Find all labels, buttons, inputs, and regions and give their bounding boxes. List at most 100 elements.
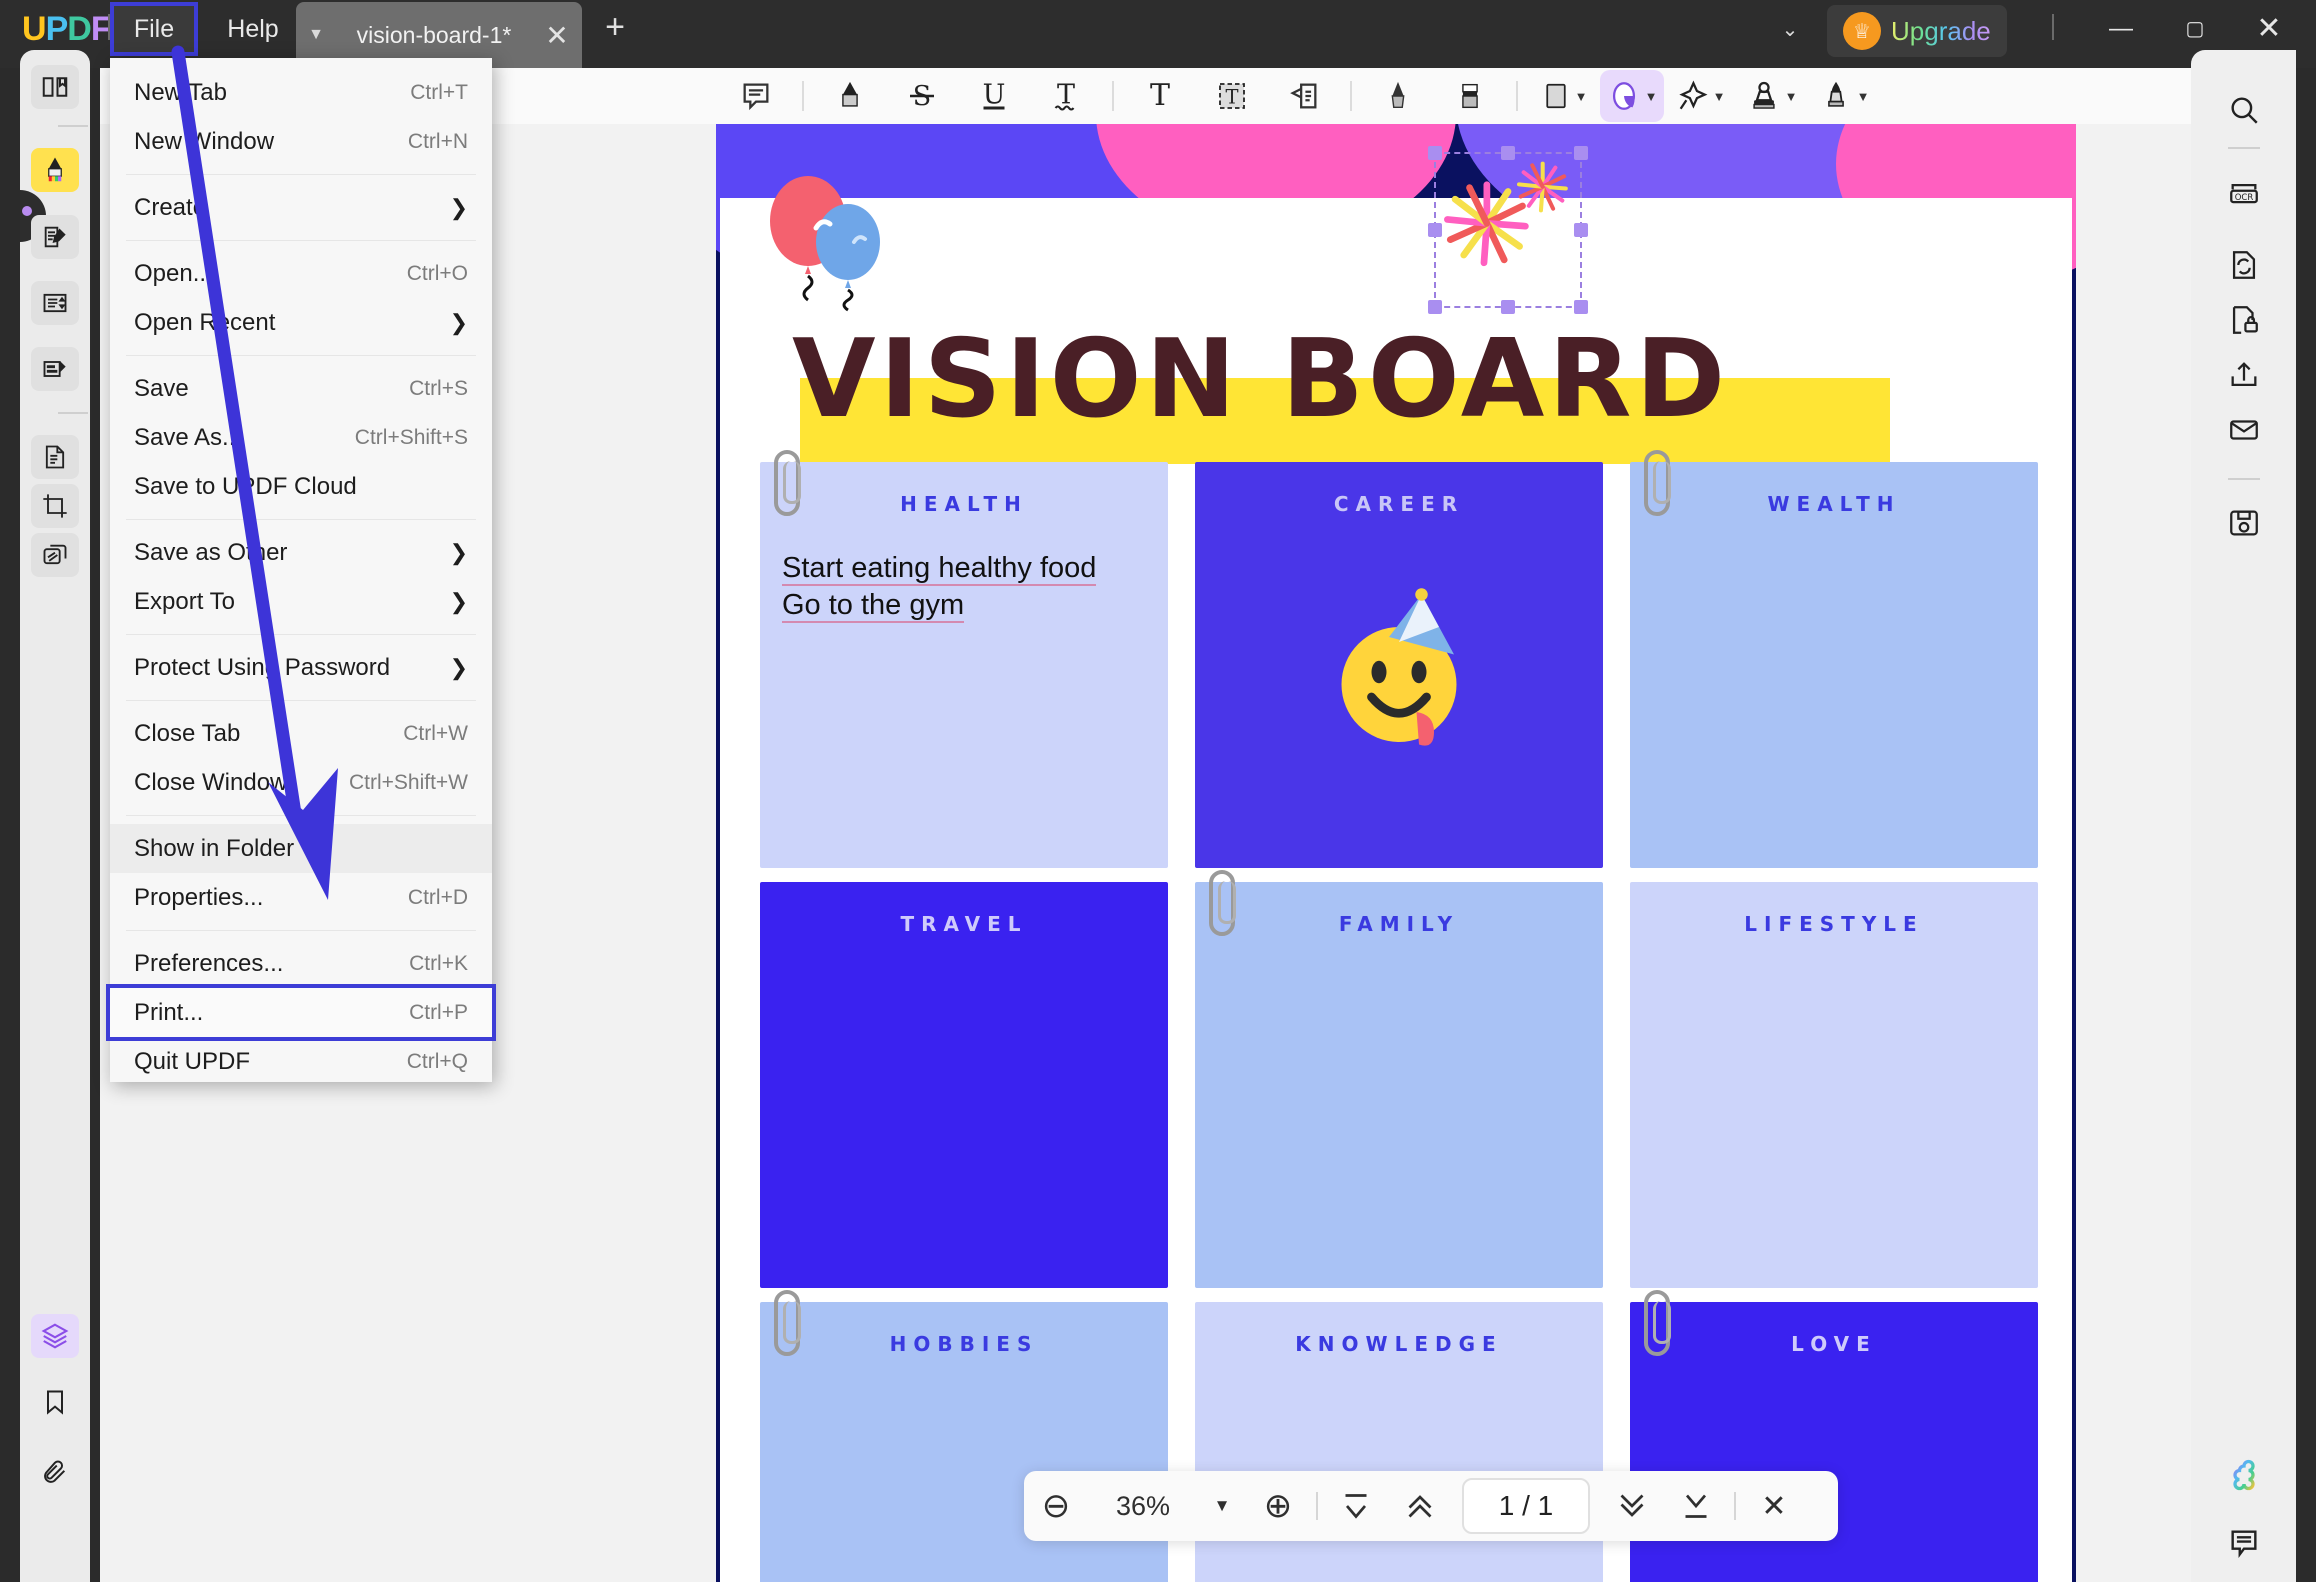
- menu-item-save-as-other[interactable]: Save as Other ❯: [110, 528, 492, 577]
- right-item-ocr[interactable]: OCR: [2219, 170, 2269, 220]
- sidebar-item-edit-pdf[interactable]: [31, 215, 79, 259]
- zoom-dropdown-icon[interactable]: ▼: [1198, 1471, 1246, 1541]
- chevron-down-icon[interactable]: ▼: [296, 26, 336, 44]
- maximize-button[interactable]: ▢: [2167, 6, 2223, 52]
- sidebar-item-layers[interactable]: [31, 1314, 79, 1358]
- tool-shape[interactable]: ▼: [1528, 70, 1600, 122]
- vision-card-goals[interactable]: Start eating healthy food Go to the gym: [782, 550, 1141, 624]
- minimize-button[interactable]: —: [2093, 6, 2149, 52]
- sticker-icon: [1612, 82, 1635, 110]
- resize-handle-n[interactable]: [1501, 146, 1515, 160]
- menu-help[interactable]: Help: [213, 6, 293, 52]
- menu-item-save[interactable]: Save Ctrl+S: [110, 364, 492, 413]
- menu-item-show-in-folder[interactable]: Show in Folder: [110, 824, 492, 873]
- right-item-protect[interactable]: [2219, 295, 2269, 345]
- sidebar-item-crop[interactable]: [31, 484, 79, 528]
- resize-handle-sw[interactable]: [1428, 300, 1442, 314]
- menu-item-save-to-updf-cloud[interactable]: Save to UPDF Cloud: [110, 462, 492, 511]
- first-page-button[interactable]: [1324, 1471, 1388, 1541]
- menu-item-new-window[interactable]: New Window Ctrl+N: [110, 117, 492, 166]
- tool-sticker[interactable]: ▼: [1600, 70, 1664, 122]
- tabs-overflow-icon[interactable]: ⌄: [1770, 10, 1810, 50]
- tool-text[interactable]: T: [1124, 70, 1196, 122]
- toolbar-divider-2: [1112, 81, 1114, 111]
- menu-item-save-as[interactable]: Save As... Ctrl+Shift+S: [110, 413, 492, 462]
- tool-text-box[interactable]: T: [1196, 70, 1268, 122]
- next-page-button[interactable]: [1600, 1471, 1664, 1541]
- menu-item-export-to[interactable]: Export To ❯: [110, 577, 492, 626]
- right-item-ai-assistant[interactable]: [2219, 1450, 2269, 1500]
- vision-card-travel[interactable]: TRAVEL: [760, 882, 1168, 1288]
- tool-pencil[interactable]: [1362, 70, 1434, 122]
- menu-item-new-tab[interactable]: New Tab Ctrl+T: [110, 68, 492, 117]
- resize-handle-se[interactable]: [1574, 300, 1588, 314]
- resize-handle-w[interactable]: [1428, 223, 1442, 237]
- chevron-down-icon[interactable]: ▼: [1785, 89, 1798, 104]
- tool-note-comment[interactable]: [720, 70, 792, 122]
- tool-callout[interactable]: [1268, 70, 1340, 122]
- tool-eraser[interactable]: [1434, 70, 1506, 122]
- sidebar-item-attachment[interactable]: [31, 1450, 79, 1494]
- close-window-button[interactable]: ✕: [2241, 6, 2297, 52]
- menu-item-create[interactable]: Create ❯: [110, 183, 492, 232]
- vision-card-lifestyle[interactable]: LIFESTYLE: [1630, 882, 2038, 1288]
- sidebar-item-compare[interactable]: [31, 533, 79, 577]
- menu-item-properties[interactable]: Properties... Ctrl+D: [110, 873, 492, 922]
- resize-handle-s[interactable]: [1501, 300, 1515, 314]
- right-item-email[interactable]: [2219, 405, 2269, 455]
- sidebar-item-highlighter[interactable]: [31, 148, 79, 192]
- tool-stamp[interactable]: ▼: [1736, 70, 1808, 122]
- sidebar-item-form-edit[interactable]: [31, 347, 79, 391]
- sidebar-item-page-tools[interactable]: [31, 435, 79, 479]
- vision-card-career[interactable]: CAREER: [1195, 462, 1603, 868]
- menu-item-close-tab[interactable]: Close Tab Ctrl+W: [110, 709, 492, 758]
- upgrade-button[interactable]: ♕ Upgrade: [1827, 5, 2007, 57]
- vision-card-family[interactable]: FAMILY: [1195, 870, 1603, 1288]
- right-item-convert[interactable]: [2219, 240, 2269, 290]
- close-icon[interactable]: ✕: [532, 19, 582, 52]
- chevron-down-icon[interactable]: ▼: [1857, 89, 1870, 104]
- sticker-selection-box[interactable]: [1428, 146, 1588, 314]
- sidebar-item-page-organize[interactable]: [31, 281, 79, 325]
- zoom-level[interactable]: 36%: [1088, 1471, 1198, 1541]
- last-page-button[interactable]: [1664, 1471, 1728, 1541]
- chevron-down-icon[interactable]: ▼: [1575, 89, 1588, 104]
- close-pager-button[interactable]: ✕: [1742, 1471, 1806, 1541]
- prev-page-button[interactable]: [1388, 1471, 1452, 1541]
- right-item-share[interactable]: [2219, 350, 2269, 400]
- tool-signature[interactable]: ▼: [1808, 70, 1880, 122]
- file-menu-dropdown[interactable]: New Tab Ctrl+T New Window Ctrl+N Create ❯ Open…: [106, 58, 496, 1082]
- menu-item-quit-updf[interactable]: Quit UPDF Ctrl+Q: [110, 1037, 492, 1086]
- new-tab-button[interactable]: +: [598, 10, 632, 46]
- tool-squiggly[interactable]: T: [1030, 70, 1102, 122]
- menu-item-print[interactable]: Print... Ctrl+P: [106, 984, 496, 1041]
- page-indicator[interactable]: 1 / 1: [1462, 1478, 1590, 1534]
- fireworks-sticker[interactable]: [1436, 154, 1582, 308]
- menu-item-preferences[interactable]: Preferences... Ctrl+K: [110, 939, 492, 988]
- menu-item-protect-using-password[interactable]: Protect Using Password ❯: [110, 643, 492, 692]
- resize-handle-ne[interactable]: [1574, 146, 1588, 160]
- menu-item-close-window[interactable]: Close Window Ctrl+Shift+W: [110, 758, 492, 807]
- tool-highlight[interactable]: [814, 70, 886, 122]
- pdf-page[interactable]: VISION BOARD HEALTH Start eating healthy …: [716, 124, 2076, 1582]
- vision-card-wealth[interactable]: WEALTH: [1630, 450, 2038, 868]
- zoom-out-button[interactable]: ⊖: [1024, 1471, 1088, 1541]
- resize-handle-nw[interactable]: [1428, 146, 1442, 160]
- balloons-sticker[interactable]: [756, 166, 896, 316]
- right-item-search[interactable]: [2219, 85, 2269, 135]
- sidebar-item-reader-mode[interactable]: [31, 65, 79, 109]
- vision-card-health[interactable]: HEALTH Start eating healthy food Go to the…: [760, 450, 1168, 868]
- tool-stamp-star[interactable]: ▼: [1664, 70, 1736, 122]
- tool-strikethrough[interactable]: S: [886, 70, 958, 122]
- chevron-down-icon[interactable]: ▼: [1645, 89, 1658, 104]
- tool-underline[interactable]: U: [958, 70, 1030, 122]
- zoom-in-button[interactable]: ⊕: [1246, 1471, 1310, 1541]
- chevron-down-icon[interactable]: ▼: [1713, 89, 1726, 104]
- sidebar-item-bookmark[interactable]: [31, 1380, 79, 1424]
- resize-handle-e[interactable]: [1574, 223, 1588, 237]
- menu-item-open[interactable]: Open... Ctrl+O: [110, 249, 492, 298]
- right-item-comment-panel[interactable]: [2219, 1518, 2269, 1568]
- menu-file[interactable]: File: [110, 2, 198, 56]
- menu-item-open-recent[interactable]: Open Recent ❯: [110, 298, 492, 347]
- right-item-save[interactable]: [2219, 498, 2269, 548]
